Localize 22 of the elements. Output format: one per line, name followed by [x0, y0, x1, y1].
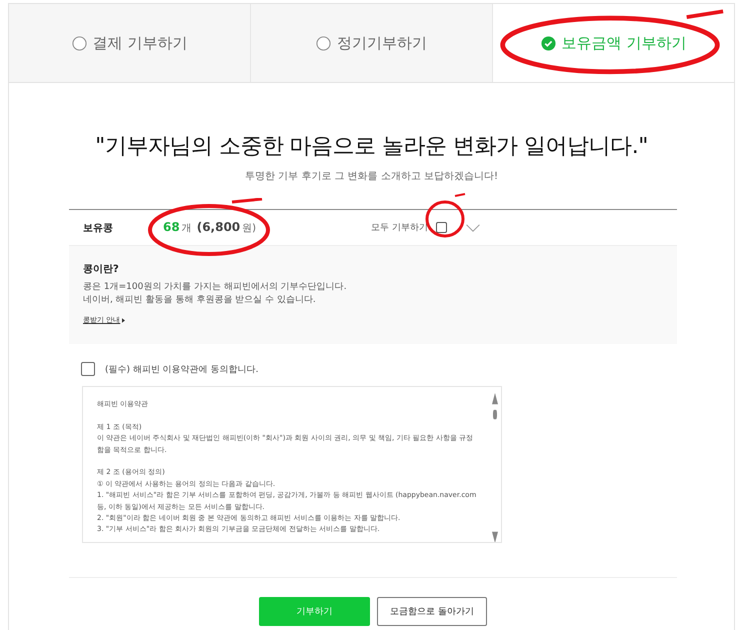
donation-tab[interactable]: 결제 기부하기: [9, 4, 251, 82]
agree-label: (필수) 해피빈 이용약관에 동의합니다.: [105, 364, 258, 376]
action-button[interactable]: 모금함으로 돌아가기: [377, 597, 487, 626]
count-unit: 개: [182, 222, 192, 235]
subtitle: 투명한 기부 후기로 그 변화를 소개하고 보답하겠습니다!: [244, 170, 500, 183]
donation-tab[interactable]: 정기기부하기: [251, 4, 493, 82]
donate-all-label: 모두 기부하기: [371, 221, 430, 234]
bean-amount: (6,800: [196, 220, 240, 234]
bean-count: 68: [163, 220, 180, 234]
bean-label: 보유콩: [82, 222, 114, 234]
headline: "기부자님의 소중한 마음으로 놀라운 변화가 일어납니다.": [94, 133, 649, 161]
agree-checkbox[interactable]: [81, 362, 95, 376]
amount-unit: 원): [242, 222, 256, 235]
donate-all-checkbox[interactable]: [436, 222, 447, 233]
info-title: 콩이란?: [83, 263, 120, 276]
radio-icon: [316, 36, 331, 50]
info-text: 네이버, 해피빈 활동을 통해 후원콩을 받으실 수 있습니다.: [83, 294, 317, 307]
triangle-right-icon: [122, 318, 126, 322]
info-text: 콩은 1개=100원의 가치를 가지는 해피빈에서의 기부수단입니다.: [83, 281, 348, 294]
check-circle-icon: [540, 36, 556, 50]
radio-icon: [72, 36, 87, 50]
chevron-down-icon[interactable]: [464, 222, 481, 232]
